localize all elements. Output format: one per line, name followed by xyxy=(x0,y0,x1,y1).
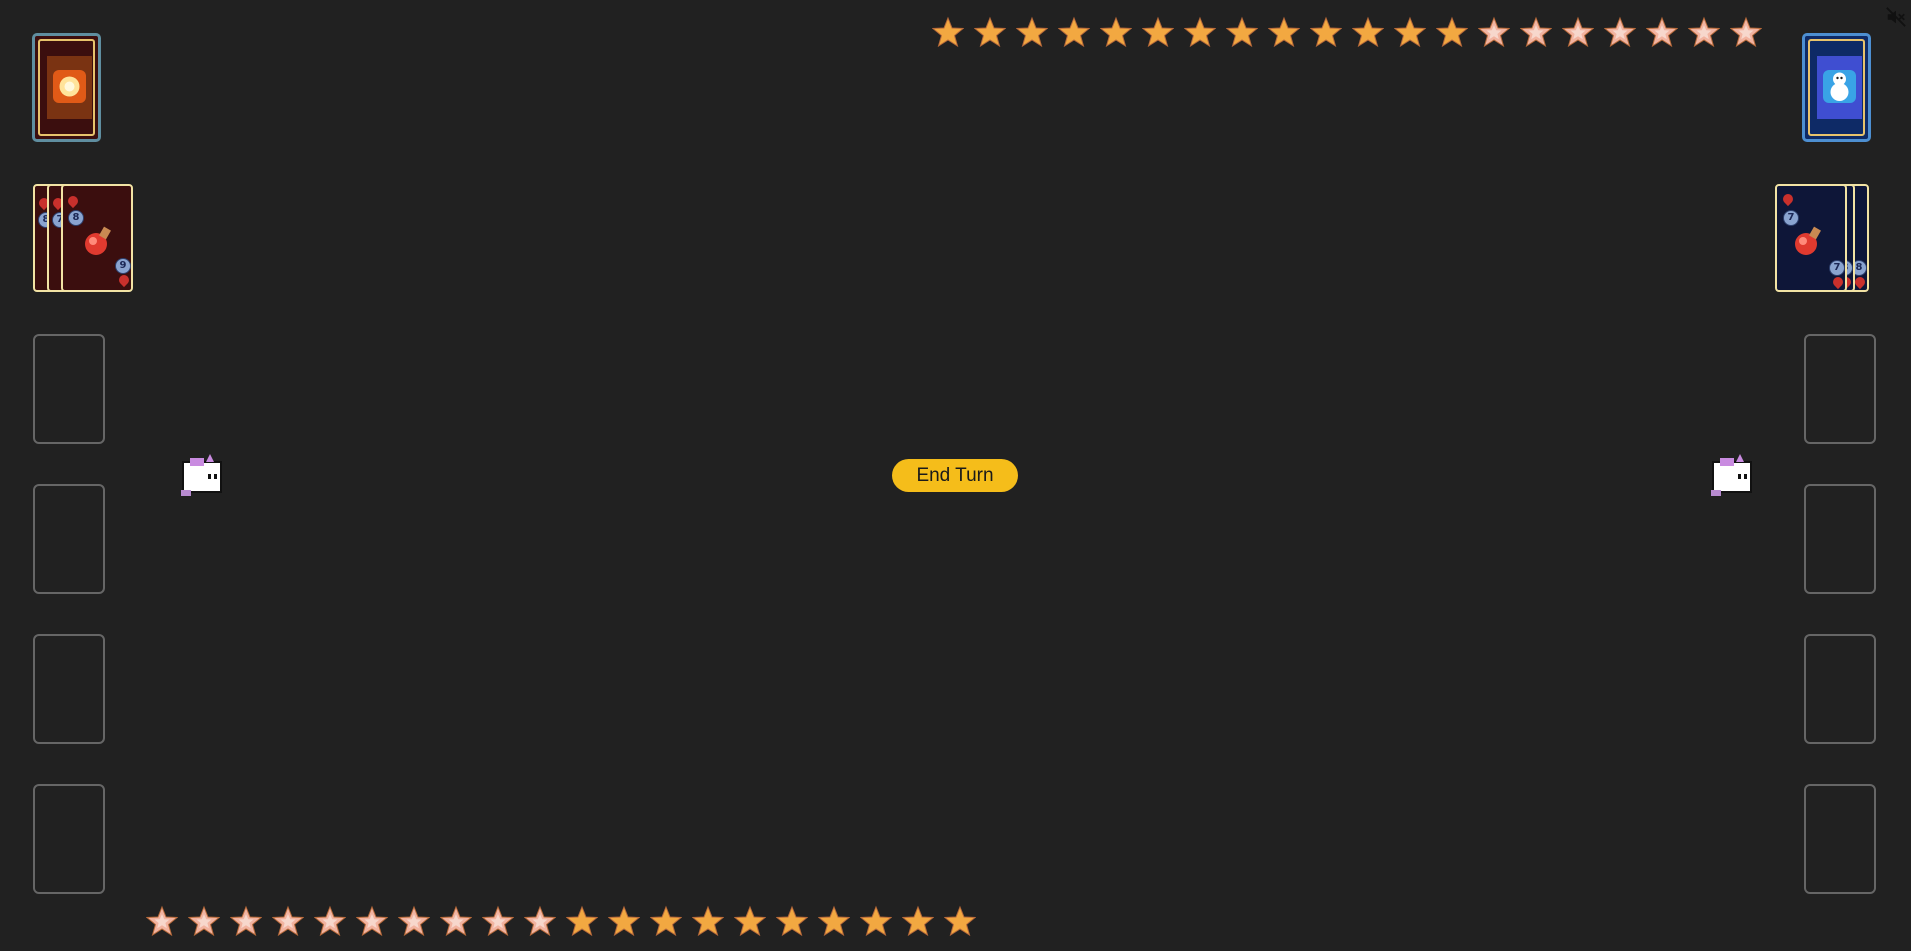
player-hand: 8 8 7 7 xyxy=(1775,184,1877,296)
player-star-meter xyxy=(145,904,985,938)
star-filled-icon xyxy=(1057,15,1091,49)
star-empty-icon xyxy=(355,904,389,938)
opponent-board-slot[interactable] xyxy=(33,334,105,444)
star-empty-icon xyxy=(439,904,473,938)
star-empty-icon xyxy=(1645,15,1679,49)
star-empty-icon xyxy=(1729,15,1763,49)
star-filled-icon xyxy=(1183,15,1217,49)
player-board-slot[interactable] xyxy=(1804,784,1876,894)
star-filled-icon xyxy=(607,904,641,938)
star-empty-icon xyxy=(1477,15,1511,49)
star-filled-icon xyxy=(565,904,599,938)
opponent-deck xyxy=(32,33,101,142)
player-deck xyxy=(1802,33,1871,142)
star-filled-icon xyxy=(733,904,767,938)
star-filled-icon xyxy=(1309,15,1343,49)
star-filled-icon xyxy=(943,904,977,938)
player-unicorn-icon[interactable] xyxy=(1708,450,1758,500)
speaker-muted-icon[interactable] xyxy=(1885,6,1907,28)
star-filled-icon xyxy=(817,904,851,938)
star-empty-icon xyxy=(1561,15,1595,49)
star-empty-icon xyxy=(523,904,557,938)
star-empty-icon xyxy=(1519,15,1553,49)
opponent-unicorn-icon[interactable] xyxy=(178,450,228,500)
player-board-slot[interactable] xyxy=(1804,334,1876,444)
star-empty-icon xyxy=(187,904,221,938)
star-filled-icon xyxy=(1267,15,1301,49)
star-filled-icon xyxy=(859,904,893,938)
opponent-hand: 8 7 8 9 xyxy=(33,184,135,296)
star-filled-icon xyxy=(1099,15,1133,49)
star-empty-icon xyxy=(145,904,179,938)
opponent-board-slot[interactable] xyxy=(33,484,105,594)
star-empty-icon xyxy=(1603,15,1637,49)
star-filled-icon xyxy=(931,15,965,49)
star-empty-icon xyxy=(313,904,347,938)
player-board-slot[interactable] xyxy=(1804,634,1876,744)
sun-burst-icon xyxy=(47,56,92,119)
star-filled-icon xyxy=(901,904,935,938)
star-filled-icon xyxy=(1351,15,1385,49)
star-filled-icon xyxy=(775,904,809,938)
red-potion-icon xyxy=(85,226,111,255)
star-filled-icon xyxy=(691,904,725,938)
star-filled-icon xyxy=(1015,15,1049,49)
star-empty-icon xyxy=(229,904,263,938)
opponent-board-slot[interactable] xyxy=(33,634,105,744)
star-empty-icon xyxy=(1687,15,1721,49)
end-turn-button[interactable]: End Turn xyxy=(892,459,1018,492)
snowman-icon xyxy=(1817,56,1862,119)
star-filled-icon xyxy=(1225,15,1259,49)
red-potion-icon xyxy=(1795,226,1821,255)
star-filled-icon xyxy=(973,15,1007,49)
hand-card[interactable]: 8 9 xyxy=(61,184,133,292)
star-empty-icon xyxy=(271,904,305,938)
star-filled-icon xyxy=(1393,15,1427,49)
opponent-board-slot[interactable] xyxy=(33,784,105,894)
star-filled-icon xyxy=(1141,15,1175,49)
hand-card[interactable]: 7 7 xyxy=(1775,184,1847,292)
star-empty-icon xyxy=(397,904,431,938)
star-filled-icon xyxy=(1435,15,1469,49)
player-board-slot[interactable] xyxy=(1804,484,1876,594)
opponent-star-meter xyxy=(931,15,1771,49)
star-filled-icon xyxy=(649,904,683,938)
star-empty-icon xyxy=(481,904,515,938)
